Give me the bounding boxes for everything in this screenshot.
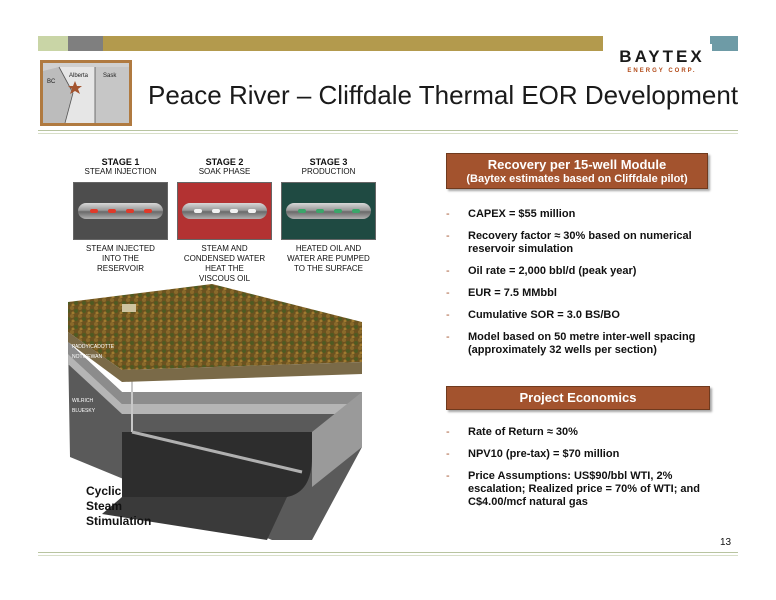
recovery-bullets: CAPEX = $55 million Recovery factor ≈ 30… xyxy=(446,208,726,366)
pipe-graphic xyxy=(286,203,371,219)
logo-tagline: ENERGY CORP. xyxy=(627,68,697,74)
stage-2: STAGE 2 SOAK PHASE STEAM AND CONDENSED W… xyxy=(177,157,272,284)
footer-divider xyxy=(38,552,738,553)
stage-title: STAGE 2 xyxy=(205,157,244,167)
recovery-panel-header: Recovery per 15-well Module (Baytex esti… xyxy=(446,153,708,189)
stage-illustration xyxy=(177,182,272,240)
title-divider xyxy=(38,130,738,131)
caption-line: Stimulation xyxy=(86,514,152,528)
stage-desc-line: TO THE SURFACE xyxy=(293,264,364,273)
caption-line: Steam xyxy=(86,499,123,513)
layer-label: NOTIKEWAN xyxy=(72,354,102,360)
stage-description: STEAM INJECTED INTO THE RESERVOIR xyxy=(73,244,168,274)
list-item: Model based on 50 metre inter-well spaci… xyxy=(446,331,726,357)
stage-desc-line: INTO THE xyxy=(101,254,140,263)
pipe-graphic xyxy=(182,203,267,219)
footer-divider xyxy=(38,555,738,556)
list-item: CAPEX = $55 million xyxy=(446,208,726,221)
stage-3: STAGE 3 PRODUCTION HEATED OIL AND WATER … xyxy=(281,157,376,284)
location-map: BC Alberta Sask xyxy=(40,60,132,126)
list-item: Price Assumptions: US$90/bbl WTI, 2% esc… xyxy=(446,470,726,509)
map-label-sask: Sask xyxy=(103,73,117,79)
flow-arrow-icon xyxy=(352,209,360,213)
flow-arrow-icon xyxy=(144,209,152,213)
list-item: Oil rate = 2,000 bbl/d (peak year) xyxy=(446,265,726,278)
stage-subtitle: STEAM INJECTION xyxy=(84,167,157,176)
recovery-title: Recovery per 15-well Module xyxy=(487,157,667,172)
flow-arrow-icon xyxy=(126,209,134,213)
stage-desc-line: STEAM INJECTED xyxy=(86,244,155,253)
layer-label: WILRICH xyxy=(72,398,94,404)
list-item: Cumulative SOR = 3.0 BS/BO xyxy=(446,309,726,322)
page-title: Peace River – Cliffdale Thermal EOR Deve… xyxy=(148,80,739,110)
list-item: Recovery factor ≈ 30% based on numerical… xyxy=(446,230,726,256)
flow-arrow-icon xyxy=(90,209,98,213)
flow-arrow-icon xyxy=(334,209,342,213)
diagram-caption: Cyclic Steam Stimulation xyxy=(86,484,151,529)
stage-desc-line: CONDENSED WATER xyxy=(183,254,266,263)
stage-desc-line: RESERVOIR xyxy=(97,264,144,273)
wellpad xyxy=(122,304,136,312)
stage-desc-line: HEATED OIL AND xyxy=(295,244,362,253)
recovery-subtitle: (Baytex estimates based on Cliffdale pil… xyxy=(466,173,688,185)
stage-1: STAGE 1 STEAM INJECTION STEAM INJECTED I… xyxy=(73,157,168,284)
list-item: NPV10 (pre-tax) = $70 million xyxy=(446,448,726,461)
list-item: Rate of Return ≈ 30% xyxy=(446,426,726,439)
economics-panel-header: Project Economics xyxy=(446,386,710,410)
flow-arrow-icon xyxy=(108,209,116,213)
pipe-graphic xyxy=(78,203,163,219)
stage-subtitle: SOAK PHASE xyxy=(198,167,251,176)
map-graphic: BC Alberta Sask xyxy=(43,63,129,123)
stage-illustration xyxy=(73,182,168,240)
flow-arrow-icon xyxy=(230,209,238,213)
header-bar-segment xyxy=(103,36,603,51)
flow-arrow-icon xyxy=(316,209,324,213)
flow-arrow-icon xyxy=(298,209,306,213)
map-label-bc: BC xyxy=(47,79,56,85)
caption-line: Cyclic xyxy=(86,484,122,498)
logo-wordmark: BAYTEX xyxy=(619,47,705,66)
layer-label: BLUESKY xyxy=(72,408,96,414)
list-item: EUR = 7.5 MMbbl xyxy=(446,287,726,300)
stage-desc-line: STEAM AND xyxy=(201,244,248,253)
stage-description: HEATED OIL AND WATER ARE PUMPED TO THE S… xyxy=(281,244,376,274)
page-number: 13 xyxy=(720,537,732,548)
title-divider xyxy=(38,133,738,134)
stage-description: STEAM AND CONDENSED WATER HEAT THE VISCO… xyxy=(177,244,272,284)
stage-title: STAGE 1 xyxy=(101,157,140,167)
header-bar-segment xyxy=(38,36,68,51)
forest-surface xyxy=(68,284,362,370)
stage-illustration xyxy=(281,182,376,240)
flow-arrow-icon xyxy=(212,209,220,213)
stage-desc-line: WATER ARE PUMPED xyxy=(287,254,370,263)
header-bar-segment xyxy=(68,36,103,51)
map-label-alberta: Alberta xyxy=(69,73,89,79)
header-bar-segment xyxy=(710,36,738,51)
stage-title: STAGE 3 xyxy=(309,157,348,167)
stage-subtitle: PRODUCTION xyxy=(301,167,356,176)
layer-label: PADDY/CADOTTE xyxy=(72,344,115,350)
flow-arrow-icon xyxy=(248,209,256,213)
company-logo: BAYTEX ENERGY CORP. xyxy=(612,44,712,76)
economics-bullets: Rate of Return ≈ 30% NPV10 (pre-tax) = $… xyxy=(446,426,726,518)
stage-desc-line: HEAT THE xyxy=(205,264,244,273)
flow-arrow-icon xyxy=(194,209,202,213)
stages-row: STAGE 1 STEAM INJECTION STEAM INJECTED I… xyxy=(73,157,376,284)
